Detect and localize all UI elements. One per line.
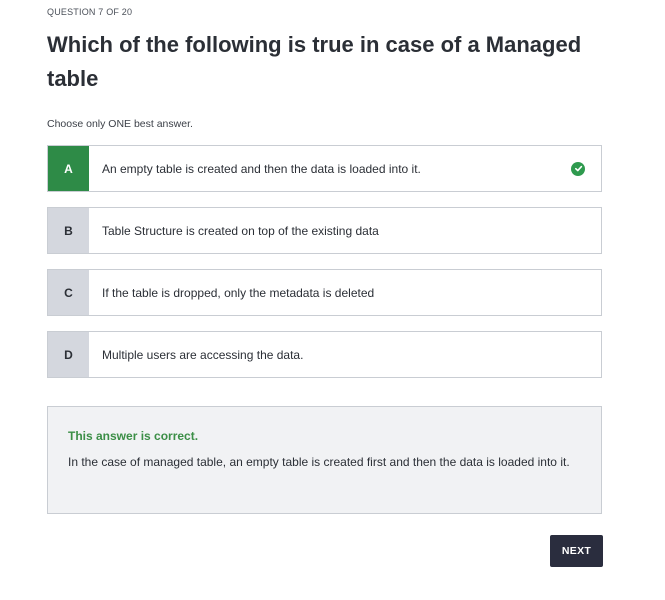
option-text: If the table is dropped, only the metada… xyxy=(102,285,375,300)
question-title: Which of the following is true in case o… xyxy=(47,32,582,91)
answer-option-d[interactable]: D Multiple users are accessing the data. xyxy=(47,331,602,378)
feedback-explanation: In the case of managed table, an empty t… xyxy=(68,455,570,469)
feedback-title: This answer is correct. xyxy=(68,429,199,443)
answer-feedback-panel: This answer is correct. In the case of m… xyxy=(47,406,602,514)
question-counter: QUESTION 7 OF 20 xyxy=(47,7,133,17)
option-letter: C xyxy=(48,270,89,315)
option-text: Multiple users are accessing the data. xyxy=(102,347,304,362)
answer-option-a[interactable]: A An empty table is created and then the… xyxy=(47,145,602,192)
option-letter: A xyxy=(48,146,89,191)
option-text: Table Structure is created on top of the… xyxy=(102,223,379,238)
option-text: An empty table is created and then the d… xyxy=(102,161,421,176)
option-letter: D xyxy=(48,332,89,377)
option-letter: B xyxy=(48,208,89,253)
answer-option-b[interactable]: B Table Structure is created on top of t… xyxy=(47,207,602,254)
next-button[interactable]: NEXT xyxy=(550,535,603,567)
answer-option-c[interactable]: C If the table is dropped, only the meta… xyxy=(47,269,602,316)
answer-instruction: Choose only ONE best answer. xyxy=(47,118,193,130)
check-circle-icon xyxy=(571,161,585,176)
